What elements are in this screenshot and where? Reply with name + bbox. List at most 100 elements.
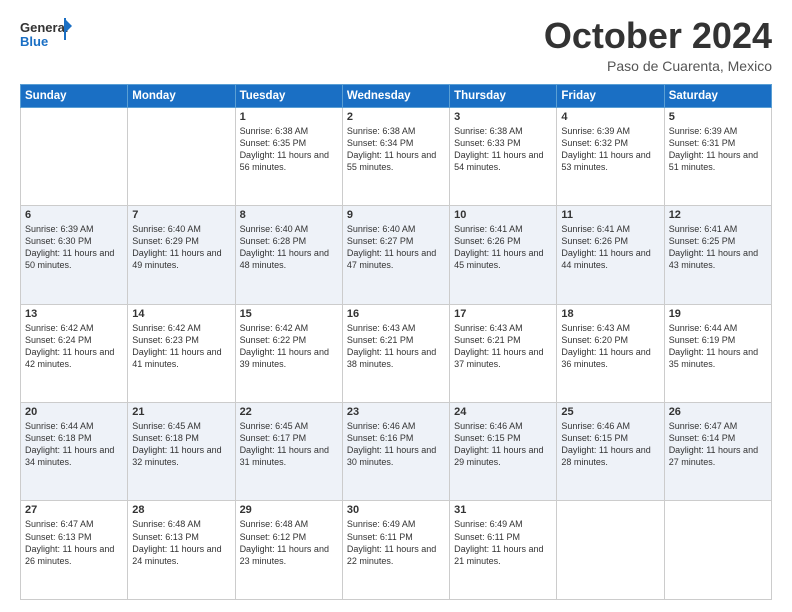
calendar-cell: 11Sunrise: 6:41 AMSunset: 6:26 PMDayligh… bbox=[557, 206, 664, 304]
calendar-header-saturday: Saturday bbox=[664, 84, 771, 107]
day-info: Sunrise: 6:44 AMSunset: 6:18 PMDaylight:… bbox=[25, 420, 123, 469]
calendar-cell bbox=[128, 107, 235, 205]
calendar-header-row: SundayMondayTuesdayWednesdayThursdayFrid… bbox=[21, 84, 772, 107]
calendar-cell: 24Sunrise: 6:46 AMSunset: 6:15 PMDayligh… bbox=[450, 403, 557, 501]
svg-text:Blue: Blue bbox=[20, 34, 48, 49]
day-info: Sunrise: 6:43 AMSunset: 6:21 PMDaylight:… bbox=[454, 322, 552, 371]
day-number: 30 bbox=[347, 504, 445, 516]
calendar-cell: 26Sunrise: 6:47 AMSunset: 6:14 PMDayligh… bbox=[664, 403, 771, 501]
calendar-cell: 7Sunrise: 6:40 AMSunset: 6:29 PMDaylight… bbox=[128, 206, 235, 304]
calendar-cell: 28Sunrise: 6:48 AMSunset: 6:13 PMDayligh… bbox=[128, 501, 235, 600]
month-title: October 2024 bbox=[544, 16, 772, 56]
calendar-cell: 15 Sunrise: 6:42 AMSunset: 6:22 PMDayligh… bbox=[235, 304, 342, 402]
page: General Blue October 2024 Paso de Cuaren… bbox=[0, 0, 792, 612]
day-number: 3 bbox=[454, 111, 552, 123]
calendar-header-sunday: Sunday bbox=[21, 84, 128, 107]
day-info: Sunrise: 6:38 AMSunset: 6:34 PMDaylight:… bbox=[347, 125, 445, 174]
calendar-cell: 20 Sunrise: 6:44 AMSunset: 6:18 PMDayligh… bbox=[21, 403, 128, 501]
day-number: 20 bbox=[25, 406, 123, 418]
calendar-week-row: 27 Sunrise: 6:47 AMSunset: 6:13 PMDayligh… bbox=[21, 501, 772, 600]
day-info: Sunrise: 6:40 AMSunset: 6:27 PMDaylight:… bbox=[347, 223, 445, 272]
day-info: Sunrise: 6:41 AMSunset: 6:26 PMDaylight:… bbox=[454, 223, 552, 272]
day-info: Sunrise: 6:48 AMSunset: 6:13 PMDaylight:… bbox=[132, 518, 230, 567]
title-block: October 2024 Paso de Cuarenta, Mexico bbox=[544, 16, 772, 74]
day-number: 9 bbox=[347, 209, 445, 221]
calendar-cell: 14 Sunrise: 6:42 AMSunset: 6:23 PMDayligh… bbox=[128, 304, 235, 402]
day-number: 1 bbox=[240, 111, 338, 123]
day-number: 29 bbox=[240, 504, 338, 516]
calendar-cell: 8 Sunrise: 6:40 AMSunset: 6:28 PMDaylight… bbox=[235, 206, 342, 304]
svg-text:General: General bbox=[20, 20, 68, 35]
day-number: 31 bbox=[454, 504, 552, 516]
day-info: Sunrise: 6:38 AMSunset: 6:35 PMDaylight:… bbox=[240, 125, 338, 174]
day-number: 16 bbox=[347, 308, 445, 320]
logo-icon: General Blue bbox=[20, 16, 72, 56]
day-number: 2 bbox=[347, 111, 445, 123]
day-info: Sunrise: 6:41 AMSunset: 6:25 PMDaylight:… bbox=[669, 223, 767, 272]
day-info: Sunrise: 6:39 AMSunset: 6:32 PMDaylight:… bbox=[561, 125, 659, 174]
calendar-cell: 18 Sunrise: 6:43 AMSunset: 6:20 PMDayligh… bbox=[557, 304, 664, 402]
calendar-cell: 12 Sunrise: 6:41 AMSunset: 6:25 PMDayligh… bbox=[664, 206, 771, 304]
calendar-cell: 17Sunrise: 6:43 AMSunset: 6:21 PMDayligh… bbox=[450, 304, 557, 402]
day-number: 7 bbox=[132, 209, 230, 221]
calendar-cell bbox=[664, 501, 771, 600]
day-info: Sunrise: 6:39 AMSunset: 6:31 PMDaylight:… bbox=[669, 125, 767, 174]
calendar-cell: 16Sunrise: 6:43 AMSunset: 6:21 PMDayligh… bbox=[342, 304, 449, 402]
day-number: 6 bbox=[25, 209, 123, 221]
day-number: 4 bbox=[561, 111, 659, 123]
day-number: 27 bbox=[25, 504, 123, 516]
calendar-cell: 25 Sunrise: 6:46 AMSunset: 6:15 PMDayligh… bbox=[557, 403, 664, 501]
calendar-header-tuesday: Tuesday bbox=[235, 84, 342, 107]
day-info: Sunrise: 6:38 AMSunset: 6:33 PMDaylight:… bbox=[454, 125, 552, 174]
day-info: Sunrise: 6:47 AMSunset: 6:13 PMDaylight:… bbox=[25, 518, 123, 567]
calendar-cell: 27 Sunrise: 6:47 AMSunset: 6:13 PMDayligh… bbox=[21, 501, 128, 600]
calendar-cell: 30 Sunrise: 6:49 AMSunset: 6:11 PMDayligh… bbox=[342, 501, 449, 600]
calendar-cell: 29 Sunrise: 6:48 AMSunset: 6:12 PMDayligh… bbox=[235, 501, 342, 600]
calendar-cell: 19 Sunrise: 6:44 AMSunset: 6:19 PMDayligh… bbox=[664, 304, 771, 402]
calendar-cell: 4 Sunrise: 6:39 AMSunset: 6:32 PMDaylight… bbox=[557, 107, 664, 205]
day-info: Sunrise: 6:49 AMSunset: 6:11 PMDaylight:… bbox=[454, 518, 552, 567]
calendar-week-row: 20 Sunrise: 6:44 AMSunset: 6:18 PMDayligh… bbox=[21, 403, 772, 501]
day-number: 18 bbox=[561, 308, 659, 320]
calendar-header-wednesday: Wednesday bbox=[342, 84, 449, 107]
calendar-cell: 23Sunrise: 6:46 AMSunset: 6:16 PMDayligh… bbox=[342, 403, 449, 501]
day-number: 19 bbox=[669, 308, 767, 320]
day-info: Sunrise: 6:42 AMSunset: 6:23 PMDaylight:… bbox=[132, 322, 230, 371]
calendar-cell: 1 Sunrise: 6:38 AMSunset: 6:35 PMDaylight… bbox=[235, 107, 342, 205]
calendar-cell bbox=[557, 501, 664, 600]
calendar-header-monday: Monday bbox=[128, 84, 235, 107]
day-number: 8 bbox=[240, 209, 338, 221]
calendar-cell: 21 Sunrise: 6:45 AMSunset: 6:18 PMDayligh… bbox=[128, 403, 235, 501]
day-number: 21 bbox=[132, 406, 230, 418]
day-number: 12 bbox=[669, 209, 767, 221]
location: Paso de Cuarenta, Mexico bbox=[544, 58, 772, 74]
calendar-cell: 9 Sunrise: 6:40 AMSunset: 6:27 PMDaylight… bbox=[342, 206, 449, 304]
day-info: Sunrise: 6:44 AMSunset: 6:19 PMDaylight:… bbox=[669, 322, 767, 371]
day-info: Sunrise: 6:40 AMSunset: 6:28 PMDaylight:… bbox=[240, 223, 338, 272]
day-info: Sunrise: 6:43 AMSunset: 6:20 PMDaylight:… bbox=[561, 322, 659, 371]
calendar-week-row: 13Sunrise: 6:42 AMSunset: 6:24 PMDayligh… bbox=[21, 304, 772, 402]
day-info: Sunrise: 6:46 AMSunset: 6:16 PMDaylight:… bbox=[347, 420, 445, 469]
calendar-cell: 5Sunrise: 6:39 AMSunset: 6:31 PMDaylight… bbox=[664, 107, 771, 205]
day-number: 15 bbox=[240, 308, 338, 320]
day-info: Sunrise: 6:42 AMSunset: 6:22 PMDaylight:… bbox=[240, 322, 338, 371]
day-number: 10 bbox=[454, 209, 552, 221]
day-number: 14 bbox=[132, 308, 230, 320]
calendar-cell: 10 Sunrise: 6:41 AMSunset: 6:26 PMDayligh… bbox=[450, 206, 557, 304]
day-info: Sunrise: 6:48 AMSunset: 6:12 PMDaylight:… bbox=[240, 518, 338, 567]
calendar-header-thursday: Thursday bbox=[450, 84, 557, 107]
header: General Blue October 2024 Paso de Cuaren… bbox=[20, 16, 772, 74]
calendar-cell bbox=[21, 107, 128, 205]
day-number: 25 bbox=[561, 406, 659, 418]
day-info: Sunrise: 6:49 AMSunset: 6:11 PMDaylight:… bbox=[347, 518, 445, 567]
day-number: 22 bbox=[240, 406, 338, 418]
day-info: Sunrise: 6:46 AMSunset: 6:15 PMDaylight:… bbox=[561, 420, 659, 469]
calendar-header-friday: Friday bbox=[557, 84, 664, 107]
day-info: Sunrise: 6:39 AMSunset: 6:30 PMDaylight:… bbox=[25, 223, 123, 272]
day-info: Sunrise: 6:45 AMSunset: 6:18 PMDaylight:… bbox=[132, 420, 230, 469]
calendar-cell: 13Sunrise: 6:42 AMSunset: 6:24 PMDayligh… bbox=[21, 304, 128, 402]
day-info: Sunrise: 6:46 AMSunset: 6:15 PMDaylight:… bbox=[454, 420, 552, 469]
calendar-cell: 22Sunrise: 6:45 AMSunset: 6:17 PMDayligh… bbox=[235, 403, 342, 501]
calendar-week-row: 6 Sunrise: 6:39 AMSunset: 6:30 PMDaylight… bbox=[21, 206, 772, 304]
calendar-table: SundayMondayTuesdayWednesdayThursdayFrid… bbox=[20, 84, 772, 600]
